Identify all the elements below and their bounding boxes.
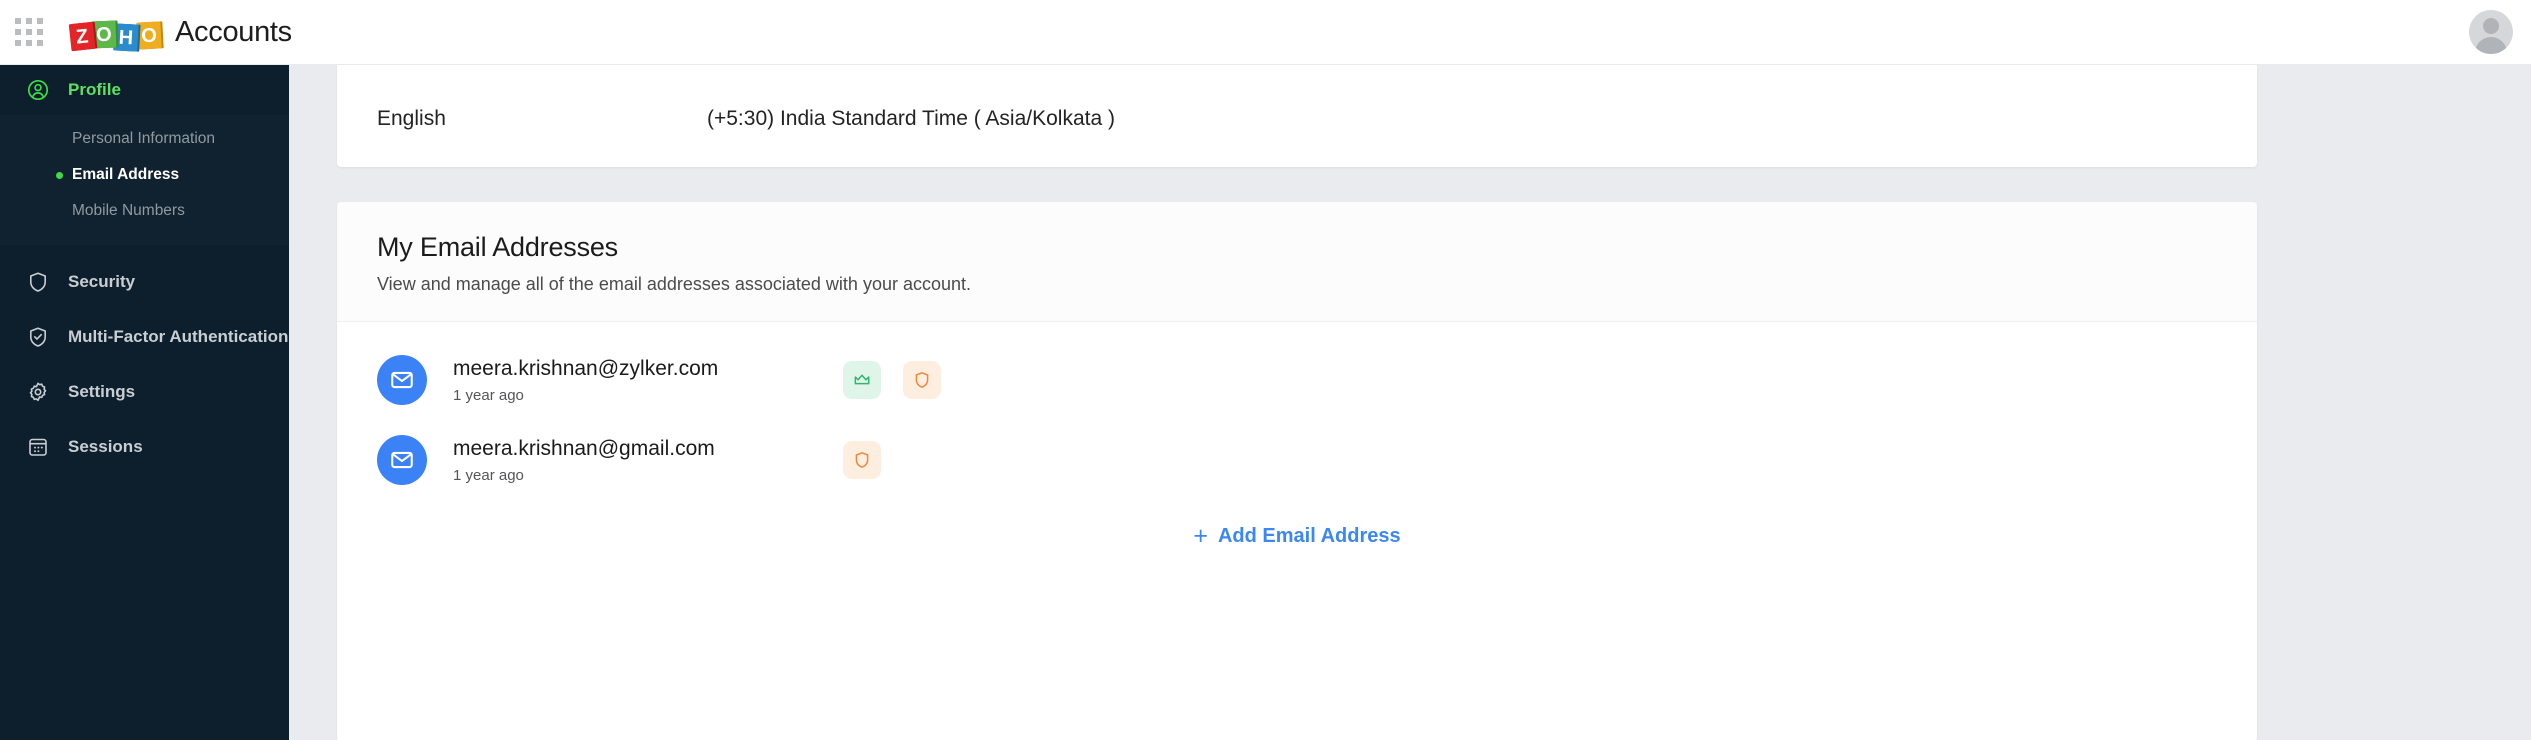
sidebar-item-label: Settings	[68, 382, 136, 401]
grid-dot	[37, 29, 43, 35]
user-circle-icon	[26, 78, 50, 102]
table-row[interactable]: meera.krishnan@zylker.com 1 year ago	[337, 340, 2257, 420]
logo-cube-o2: O	[136, 21, 162, 50]
email-address-value: meera.krishnan@zylker.com	[453, 356, 719, 380]
email-timestamp: 1 year ago	[453, 466, 524, 484]
sidebar-submenu-profile: Personal Information Email Address Mobil…	[0, 115, 289, 245]
sidebar-item-sessions[interactable]: Sessions	[0, 422, 289, 472]
grid-dot	[26, 40, 32, 46]
grid-dot	[37, 40, 43, 46]
grid-dot	[15, 29, 21, 35]
grid-dot	[26, 29, 32, 35]
grid-dot	[15, 18, 21, 24]
email-timestamp: 1 year ago	[453, 386, 524, 404]
sidebar-item-multi-factor-authentication[interactable]: Multi-Factor Authentication	[0, 312, 289, 362]
top-bar: Z O H O Accounts	[0, 0, 2531, 65]
sidebar-item-label: Multi-Factor Authentication	[68, 327, 289, 346]
sidebar-item-security[interactable]: Security	[0, 257, 289, 307]
email-addresses-card: My Email Addresses View and manage all o…	[337, 202, 2257, 740]
avatar-head	[2483, 18, 2499, 34]
brand-area[interactable]: Z O H O Accounts	[68, 15, 292, 52]
sidebar-item-label: Profile	[68, 80, 121, 99]
grid-dot	[26, 18, 32, 24]
sidebar-subitem-label: Mobile Numbers	[72, 202, 185, 219]
sidebar-subitem-personal-information[interactable]: Personal Information	[0, 121, 289, 157]
table-row[interactable]: meera.krishnan@gmail.com 1 year ago	[337, 420, 2257, 500]
logo-cube-h: H	[113, 23, 139, 52]
sidebar-subitem-label: Personal Information	[72, 130, 216, 147]
page-title: My Email Addresses	[377, 232, 618, 262]
plus-icon: +	[1193, 522, 1208, 550]
calendar-grid-icon	[26, 435, 50, 459]
email-meta: meera.krishnan@gmail.com 1 year ago	[453, 437, 793, 484]
gear-icon	[26, 380, 50, 404]
envelope-icon	[377, 435, 427, 485]
app-title: Accounts	[175, 15, 292, 48]
verified-shield-badge[interactable]	[843, 441, 881, 479]
timezone-value: (+5:30) India Standard Time ( Asia/Kolka…	[707, 107, 1115, 130]
grid-apps-icon[interactable]	[14, 17, 44, 47]
add-email-address-label: Add Email Address	[1217, 525, 1401, 547]
sidebar: Profile Personal Information Email Addre…	[0, 65, 289, 740]
sidebar-subitem-email-address[interactable]: Email Address	[0, 157, 289, 193]
email-addresses-header: My Email Addresses View and manage all o…	[337, 202, 2257, 322]
active-bullet-icon	[56, 171, 63, 179]
grid-dot	[15, 40, 21, 46]
email-address-value: meera.krishnan@gmail.com	[453, 436, 715, 460]
sidebar-item-label: Sessions	[68, 437, 143, 456]
grid-dot	[37, 18, 43, 24]
logo-cube-z: Z	[68, 21, 96, 52]
logo-cube-o1: O	[91, 20, 117, 49]
sidebar-subitem-label: Email Address	[72, 166, 180, 183]
sidebar-item-label: Security	[68, 272, 136, 291]
main-content: English (+5:30) India Standard Time ( As…	[289, 65, 2531, 740]
avatar-body	[2475, 37, 2507, 54]
zoho-logo-icon: Z O H O	[68, 15, 162, 52]
verified-shield-badge[interactable]	[903, 361, 941, 399]
badge-group	[843, 361, 941, 399]
locale-card: English (+5:30) India Standard Time ( As…	[337, 65, 2257, 167]
user-avatar-icon[interactable]	[2469, 10, 2513, 54]
shield-check-icon	[26, 325, 50, 349]
email-meta: meera.krishnan@zylker.com 1 year ago	[453, 357, 793, 404]
shield-icon	[26, 270, 50, 294]
add-email-address-button[interactable]: + Add Email Address	[337, 524, 2257, 549]
badge-group	[843, 441, 881, 479]
envelope-icon	[377, 355, 427, 405]
sidebar-item-profile[interactable]: Profile	[0, 65, 289, 115]
language-value: English	[377, 107, 446, 130]
sidebar-subitem-mobile-numbers[interactable]: Mobile Numbers	[0, 193, 289, 229]
primary-crown-badge[interactable]	[843, 361, 881, 399]
page-subtitle: View and manage all of the email address…	[377, 274, 972, 294]
sidebar-item-settings[interactable]: Settings	[0, 367, 289, 417]
